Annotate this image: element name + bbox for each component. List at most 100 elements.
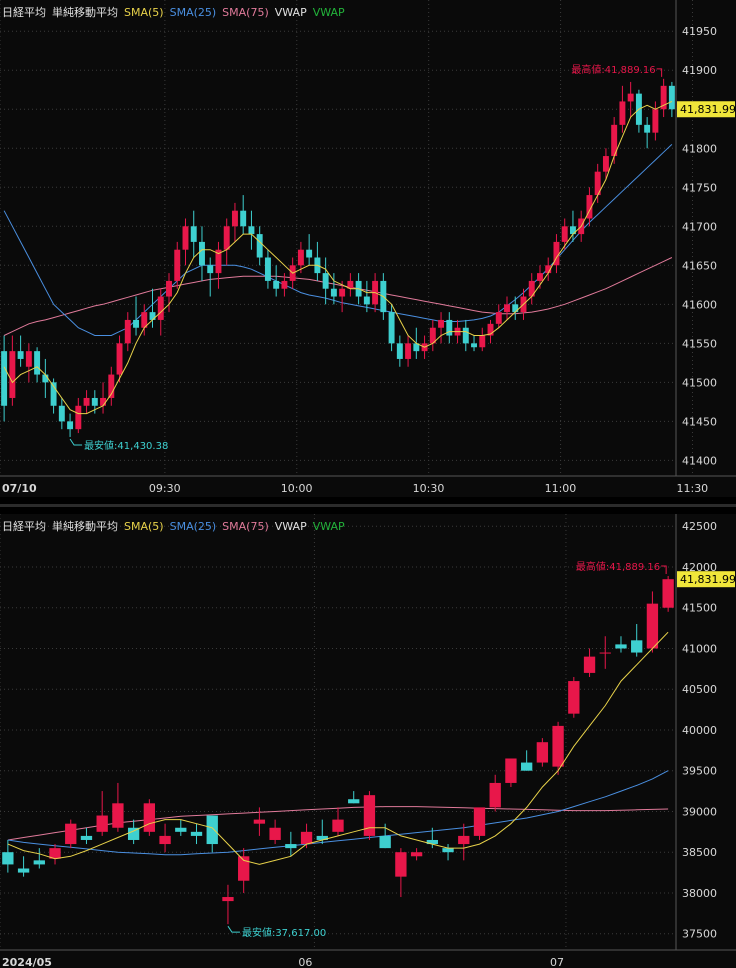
candle-body (330, 288, 337, 297)
candle-body (442, 848, 454, 853)
candle-body (446, 319, 453, 336)
candle-body (458, 835, 470, 845)
low-value-label: 最安値:41,430.38 (84, 439, 168, 452)
y-tick-label: 41400 (682, 454, 717, 467)
candle-body (552, 725, 564, 767)
legend-item[interactable]: SMA(75) (222, 520, 269, 533)
y-tick-label: 41800 (682, 142, 717, 155)
candle-body (75, 405, 82, 430)
candle-body (505, 758, 517, 783)
y-tick-label: 38500 (682, 846, 717, 859)
legend-item[interactable]: VWAP (275, 6, 307, 19)
candle-body (248, 226, 255, 235)
candle-body (332, 819, 344, 832)
candle-body (190, 831, 203, 836)
last-price-value: 41,831.99 (680, 103, 736, 116)
candle-body (2, 852, 14, 865)
intraday-chart-panel[interactable]: 日経平均 単純移動平均 SMA(5) SMA(25) SMA(75) VWAP VWAP 0… (0, 0, 736, 497)
candle-body (207, 265, 214, 274)
candle-body (395, 852, 407, 877)
sma25-line (3, 144, 673, 336)
candle-body (281, 280, 288, 289)
y-tick-label: 41950 (682, 25, 717, 38)
candle-body (583, 656, 596, 673)
candle-body (504, 304, 510, 313)
candle-body (471, 343, 477, 348)
candle-body (599, 652, 611, 654)
low-pointer-icon (69, 438, 83, 446)
legend-item[interactable]: VWAP (275, 520, 307, 533)
daily-chart-panel[interactable]: 日経平均 単純移動平均 SMA(5) SMA(25) SMA(75) VWAP VWAP 2… (0, 514, 736, 968)
candle-body (619, 101, 626, 125)
y-tick-label: 41000 (682, 642, 717, 655)
candle-body (253, 819, 266, 824)
candle-body (363, 795, 376, 836)
candle-body (25, 351, 32, 367)
candle-body (17, 868, 30, 873)
y-tick-label: 37500 (682, 928, 717, 941)
candle-body (631, 640, 643, 653)
sma75-line (3, 257, 673, 336)
candle-body (174, 249, 181, 281)
candle-body (159, 835, 171, 845)
legend-item[interactable]: 日経平均 (2, 520, 46, 533)
candle-body (322, 273, 329, 289)
intraday-candlestick-chart[interactable]: 07/1009:3010:0010:3011:0011:3013:0013:30… (0, 0, 736, 497)
candle-body (339, 288, 346, 297)
candle-body (264, 257, 271, 281)
last-price-value: 41,831.99 (680, 573, 736, 586)
candle-body (363, 296, 370, 305)
candle-body (348, 799, 360, 804)
x-tick-label: 10:30 (413, 482, 445, 495)
candle-body (462, 327, 469, 344)
legend-item[interactable]: 日経平均 (2, 6, 46, 19)
y-tick-label: 41500 (682, 602, 717, 615)
legend-item[interactable]: SMA(25) (170, 6, 217, 19)
daily-legend: 日経平均 単純移動平均 SMA(5) SMA(25) SMA(75) VWAP VWAP (2, 518, 351, 534)
legend-item[interactable]: SMA(25) (170, 520, 217, 533)
legend-item[interactable]: 単純移動平均 (52, 6, 118, 19)
y-tick-label: 39500 (682, 765, 717, 778)
x-tick-label: 11:00 (545, 482, 577, 495)
legend-item[interactable]: 単純移動平均 (52, 520, 118, 533)
candle-body (33, 860, 45, 865)
y-tick-label: 41450 (682, 415, 717, 428)
y-tick-label: 41750 (682, 181, 717, 194)
candle-body (231, 210, 238, 227)
candle-body (438, 319, 445, 328)
legend-item[interactable]: SMA(75) (222, 6, 269, 19)
candle-body (536, 742, 549, 763)
candle-body (80, 835, 93, 840)
candle-body (58, 405, 65, 422)
candle-body (206, 815, 218, 845)
high-pointer-icon (661, 565, 667, 575)
daily-candlestick-chart[interactable]: 2024/05 06 07 37500 38000 38500 39000 39500 4000… (0, 514, 736, 968)
legend-item[interactable]: VWAP (313, 520, 345, 533)
candle-body (17, 351, 24, 359)
candle-body (42, 374, 49, 383)
candle-body (100, 397, 107, 406)
candle-body (300, 831, 313, 845)
candle-body (240, 210, 247, 227)
candle-body (199, 241, 205, 266)
candle-body (388, 312, 395, 344)
candle-body (520, 762, 533, 771)
candle-body (83, 397, 90, 406)
candle-body (568, 681, 580, 714)
candle-body (116, 343, 123, 375)
y-tick-label: 41600 (682, 298, 717, 311)
y-tick-label: 41700 (682, 220, 717, 233)
y-tick-label: 41500 (682, 376, 717, 389)
y-tick-label: 38000 (682, 887, 717, 900)
x-tick-label: 11:30 (676, 482, 708, 495)
candle-body (644, 124, 651, 133)
candle-body (285, 844, 297, 849)
candle-body (396, 343, 403, 359)
candle-body (615, 644, 627, 649)
candle-body (668, 85, 675, 110)
legend-item[interactable]: SMA(5) (124, 520, 164, 533)
legend-item[interactable]: VWAP (313, 6, 345, 19)
legend-item[interactable]: SMA(5) (124, 6, 164, 19)
low-value-label: 最安値:37,617.00 (242, 926, 326, 939)
panel-splitter[interactable] (0, 497, 736, 514)
